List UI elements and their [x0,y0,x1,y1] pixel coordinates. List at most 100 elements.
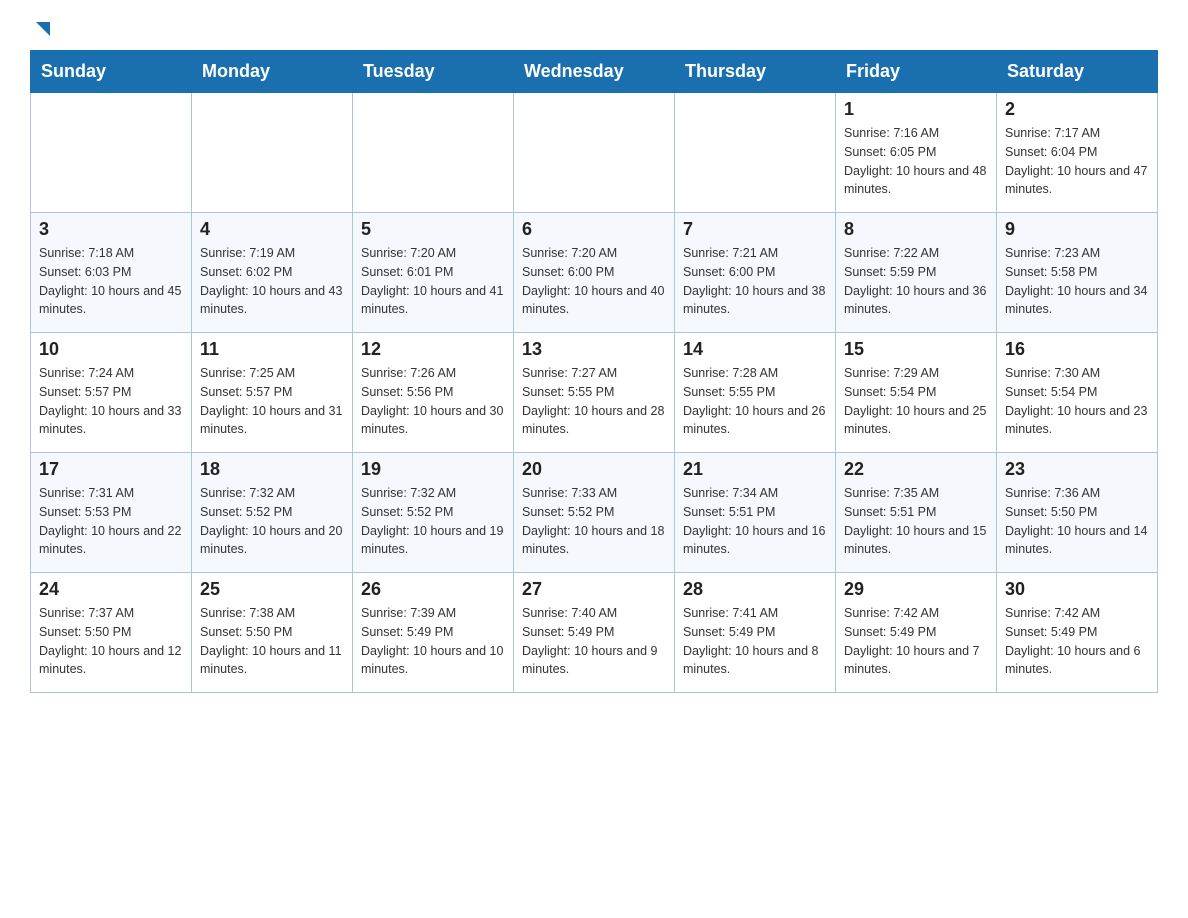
day-info: Sunrise: 7:38 AMSunset: 5:50 PMDaylight:… [200,604,344,679]
day-info: Sunrise: 7:42 AMSunset: 5:49 PMDaylight:… [1005,604,1149,679]
calendar-cell: 20 Sunrise: 7:33 AMSunset: 5:52 PMDayligh… [514,453,675,573]
day-number: 18 [200,459,344,480]
weekday-header-tuesday: Tuesday [353,51,514,93]
calendar-cell: 25 Sunrise: 7:38 AMSunset: 5:50 PMDayligh… [192,573,353,693]
day-number: 7 [683,219,827,240]
day-info: Sunrise: 7:30 AMSunset: 5:54 PMDaylight:… [1005,364,1149,439]
day-number: 4 [200,219,344,240]
calendar-cell [514,93,675,213]
calendar-cell: 24Sunrise: 7:37 AMSunset: 5:50 PMDayligh… [31,573,192,693]
weekday-header-friday: Friday [836,51,997,93]
day-info: Sunrise: 7:23 AMSunset: 5:58 PMDaylight:… [1005,244,1149,319]
logo [30,20,54,40]
calendar-cell [192,93,353,213]
day-info: Sunrise: 7:29 AMSunset: 5:54 PMDaylight:… [844,364,988,439]
day-number: 26 [361,579,505,600]
day-number: 16 [1005,339,1149,360]
day-info: Sunrise: 7:17 AMSunset: 6:04 PMDaylight:… [1005,124,1149,199]
calendar-cell: 27 Sunrise: 7:40 AMSunset: 5:49 PMDayligh… [514,573,675,693]
calendar-cell: 7 Sunrise: 7:21 AMSunset: 6:00 PMDaylight… [675,213,836,333]
weekday-header-row: SundayMondayTuesdayWednesdayThursdayFrid… [31,51,1158,93]
calendar-cell: 13 Sunrise: 7:27 AMSunset: 5:55 PMDayligh… [514,333,675,453]
calendar-week-row: 3 Sunrise: 7:18 AMSunset: 6:03 PMDaylight… [31,213,1158,333]
day-info: Sunrise: 7:37 AMSunset: 5:50 PMDaylight:… [39,604,183,679]
calendar-cell: 2 Sunrise: 7:17 AMSunset: 6:04 PMDaylight… [997,93,1158,213]
calendar-cell: 10Sunrise: 7:24 AMSunset: 5:57 PMDayligh… [31,333,192,453]
calendar-week-row: 10Sunrise: 7:24 AMSunset: 5:57 PMDayligh… [31,333,1158,453]
day-info: Sunrise: 7:42 AMSunset: 5:49 PMDaylight:… [844,604,988,679]
day-number: 8 [844,219,988,240]
day-number: 9 [1005,219,1149,240]
day-info: Sunrise: 7:26 AMSunset: 5:56 PMDaylight:… [361,364,505,439]
weekday-header-sunday: Sunday [31,51,192,93]
calendar-week-row: 24Sunrise: 7:37 AMSunset: 5:50 PMDayligh… [31,573,1158,693]
day-number: 14 [683,339,827,360]
calendar-week-row: 17Sunrise: 7:31 AMSunset: 5:53 PMDayligh… [31,453,1158,573]
day-info: Sunrise: 7:41 AMSunset: 5:49 PMDaylight:… [683,604,827,679]
day-info: Sunrise: 7:34 AMSunset: 5:51 PMDaylight:… [683,484,827,559]
weekday-header-wednesday: Wednesday [514,51,675,93]
day-info: Sunrise: 7:20 AMSunset: 6:00 PMDaylight:… [522,244,666,319]
calendar-cell: 22Sunrise: 7:35 AMSunset: 5:51 PMDayligh… [836,453,997,573]
day-number: 29 [844,579,988,600]
calendar-cell [675,93,836,213]
calendar-cell: 28 Sunrise: 7:41 AMSunset: 5:49 PMDayligh… [675,573,836,693]
weekday-header-saturday: Saturday [997,51,1158,93]
day-number: 6 [522,219,666,240]
day-number: 30 [1005,579,1149,600]
day-info: Sunrise: 7:32 AMSunset: 5:52 PMDaylight:… [200,484,344,559]
day-info: Sunrise: 7:33 AMSunset: 5:52 PMDaylight:… [522,484,666,559]
calendar-cell [353,93,514,213]
calendar-cell [31,93,192,213]
day-number: 20 [522,459,666,480]
day-info: Sunrise: 7:31 AMSunset: 5:53 PMDaylight:… [39,484,183,559]
day-number: 23 [1005,459,1149,480]
day-number: 10 [39,339,183,360]
calendar-cell: 5 Sunrise: 7:20 AMSunset: 6:01 PMDaylight… [353,213,514,333]
day-info: Sunrise: 7:21 AMSunset: 6:00 PMDaylight:… [683,244,827,319]
calendar-cell: 3 Sunrise: 7:18 AMSunset: 6:03 PMDaylight… [31,213,192,333]
day-info: Sunrise: 7:40 AMSunset: 5:49 PMDaylight:… [522,604,666,679]
day-info: Sunrise: 7:28 AMSunset: 5:55 PMDaylight:… [683,364,827,439]
page-header [30,20,1158,40]
logo-triangle-icon [32,18,54,40]
calendar-cell: 19 Sunrise: 7:32 AMSunset: 5:52 PMDayligh… [353,453,514,573]
day-number: 21 [683,459,827,480]
day-number: 27 [522,579,666,600]
day-info: Sunrise: 7:20 AMSunset: 6:01 PMDaylight:… [361,244,505,319]
day-number: 12 [361,339,505,360]
calendar-cell: 12 Sunrise: 7:26 AMSunset: 5:56 PMDayligh… [353,333,514,453]
calendar-cell: 16 Sunrise: 7:30 AMSunset: 5:54 PMDayligh… [997,333,1158,453]
day-number: 15 [844,339,988,360]
day-number: 28 [683,579,827,600]
day-number: 3 [39,219,183,240]
day-info: Sunrise: 7:18 AMSunset: 6:03 PMDaylight:… [39,244,183,319]
calendar-table: SundayMondayTuesdayWednesdayThursdayFrid… [30,50,1158,693]
day-number: 13 [522,339,666,360]
day-info: Sunrise: 7:25 AMSunset: 5:57 PMDaylight:… [200,364,344,439]
calendar-cell: 26 Sunrise: 7:39 AMSunset: 5:49 PMDayligh… [353,573,514,693]
day-info: Sunrise: 7:19 AMSunset: 6:02 PMDaylight:… [200,244,344,319]
day-number: 5 [361,219,505,240]
calendar-cell: 18 Sunrise: 7:32 AMSunset: 5:52 PMDayligh… [192,453,353,573]
day-info: Sunrise: 7:32 AMSunset: 5:52 PMDaylight:… [361,484,505,559]
day-info: Sunrise: 7:22 AMSunset: 5:59 PMDaylight:… [844,244,988,319]
calendar-cell: 29 Sunrise: 7:42 AMSunset: 5:49 PMDayligh… [836,573,997,693]
calendar-cell: 15 Sunrise: 7:29 AMSunset: 5:54 PMDayligh… [836,333,997,453]
day-number: 1 [844,99,988,120]
day-number: 19 [361,459,505,480]
day-number: 11 [200,339,344,360]
calendar-cell: 30 Sunrise: 7:42 AMSunset: 5:49 PMDayligh… [997,573,1158,693]
calendar-cell: 17Sunrise: 7:31 AMSunset: 5:53 PMDayligh… [31,453,192,573]
day-info: Sunrise: 7:36 AMSunset: 5:50 PMDaylight:… [1005,484,1149,559]
calendar-cell: 4 Sunrise: 7:19 AMSunset: 6:02 PMDaylight… [192,213,353,333]
day-number: 25 [200,579,344,600]
calendar-week-row: 1 Sunrise: 7:16 AMSunset: 6:05 PMDaylight… [31,93,1158,213]
day-info: Sunrise: 7:16 AMSunset: 6:05 PMDaylight:… [844,124,988,199]
day-number: 2 [1005,99,1149,120]
calendar-cell: 23 Sunrise: 7:36 AMSunset: 5:50 PMDayligh… [997,453,1158,573]
day-info: Sunrise: 7:27 AMSunset: 5:55 PMDaylight:… [522,364,666,439]
day-info: Sunrise: 7:39 AMSunset: 5:49 PMDaylight:… [361,604,505,679]
calendar-cell: 14 Sunrise: 7:28 AMSunset: 5:55 PMDayligh… [675,333,836,453]
weekday-header-monday: Monday [192,51,353,93]
